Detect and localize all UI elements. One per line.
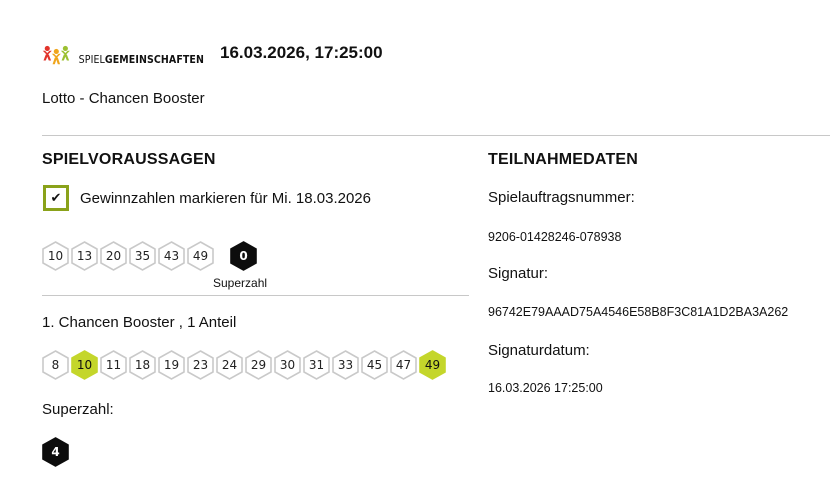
winning-numbers-row: 10 13 20 35 43 49 — [42, 241, 216, 271]
number-ball: 29 — [245, 350, 272, 380]
order-timestamp: 16.03.2026, 17:25:00 — [220, 43, 383, 62]
number-ball: 13 — [71, 241, 98, 271]
logo-wordmark: SPIELGEMEINSCHAFTEN — [79, 54, 204, 66]
logo-figures-icon — [42, 45, 70, 65]
number-ball: 4 — [42, 437, 69, 467]
superzahl-label: Superzahl: — [42, 401, 114, 418]
spielgemeinschaften-logo[interactable]: SPIELGEMEINSCHAFTEN — [42, 40, 204, 72]
number-ball: 18 — [129, 350, 156, 380]
number-value: 10 — [47, 249, 64, 263]
booster-title: 1. Chancen Booster , 1 Anteil — [42, 314, 237, 331]
number-value: 18 — [134, 358, 151, 372]
number-value: 24 — [221, 358, 238, 372]
number-value: 0 — [239, 249, 248, 263]
signature-date-value: 16.03.2026 17:25:00 — [488, 381, 603, 395]
number-value: 4 — [51, 445, 60, 459]
superzahl-caption: Superzahl — [213, 276, 268, 290]
number-value: 29 — [250, 358, 267, 372]
section-divider — [42, 295, 469, 296]
number-ball: 43 — [158, 241, 185, 271]
number-ball: 0 — [230, 241, 257, 271]
number-ball: 10 — [71, 350, 98, 380]
number-ball: 49 — [419, 350, 446, 380]
order-number-value: 9206-01428246-078938 — [488, 230, 622, 244]
number-value: 8 — [51, 358, 60, 372]
number-ball: 33 — [332, 350, 359, 380]
number-value: 31 — [308, 358, 325, 372]
number-value: 49 — [192, 249, 209, 263]
mark-winning-numbers-row[interactable]: ✔ Gewinnzahlen markieren für Mi. 18.03.2… — [43, 185, 371, 211]
number-ball: 20 — [100, 241, 127, 271]
order-number-label: Spielauftragsnummer: — [488, 189, 635, 206]
booster-superzahl: 4 — [42, 437, 71, 467]
logo-text-thin: SPIEL — [78, 54, 105, 66]
number-value: 43 — [163, 249, 180, 263]
number-ball: 11 — [100, 350, 127, 380]
number-value: 33 — [337, 358, 354, 372]
number-value: 20 — [105, 249, 122, 263]
number-value: 23 — [192, 358, 209, 372]
number-ball: 30 — [274, 350, 301, 380]
signature-value: 96742E79AAAD75A4546E58B8F3C81A1D2BA3A262 — [488, 305, 789, 319]
teilnahmedaten-title: TEILNAHMEDATEN — [488, 151, 639, 168]
number-ball: 47 — [390, 350, 417, 380]
header-divider — [42, 135, 830, 136]
header: SPIELGEMEINSCHAFTEN — [42, 40, 204, 72]
number-value: 19 — [163, 358, 180, 372]
number-value: 45 — [366, 358, 383, 372]
number-ball: 19 — [158, 350, 185, 380]
number-value: 13 — [76, 249, 93, 263]
signature-label: Signatur: — [488, 265, 549, 282]
signature-date-label: Signaturdatum: — [488, 342, 590, 359]
number-ball: 24 — [216, 350, 243, 380]
number-ball: 49 — [187, 241, 214, 271]
mark-winning-numbers-checkbox[interactable]: ✔ — [43, 185, 69, 211]
number-value: 30 — [279, 358, 296, 372]
spielvoraussagen-title: SPIELVORAUSSAGEN — [42, 151, 216, 168]
number-ball: 35 — [129, 241, 156, 271]
number-ball: 8 — [42, 350, 69, 380]
booster-numbers-row: 8 10 11 18 19 23 24 29 30 31 33 45 47 49 — [42, 350, 448, 380]
logo-text-bold: GEMEINSCHAFTEN — [104, 54, 204, 66]
number-value: 35 — [134, 249, 151, 263]
mark-winning-numbers-label: Gewinnzahlen markieren für Mi. 18.03.202… — [80, 189, 371, 207]
number-ball: 10 — [42, 241, 69, 271]
product-subtitle: Lotto - Chancen Booster — [42, 90, 205, 107]
number-ball: 45 — [361, 350, 388, 380]
number-value: 47 — [395, 358, 412, 372]
number-ball: 23 — [187, 350, 214, 380]
number-value: 11 — [105, 358, 122, 372]
number-value: 49 — [424, 358, 441, 372]
winning-superzahl: 0 — [230, 241, 259, 271]
number-ball: 31 — [303, 350, 330, 380]
number-value: 10 — [76, 358, 93, 372]
checkmark-icon: ✔ — [50, 190, 62, 206]
